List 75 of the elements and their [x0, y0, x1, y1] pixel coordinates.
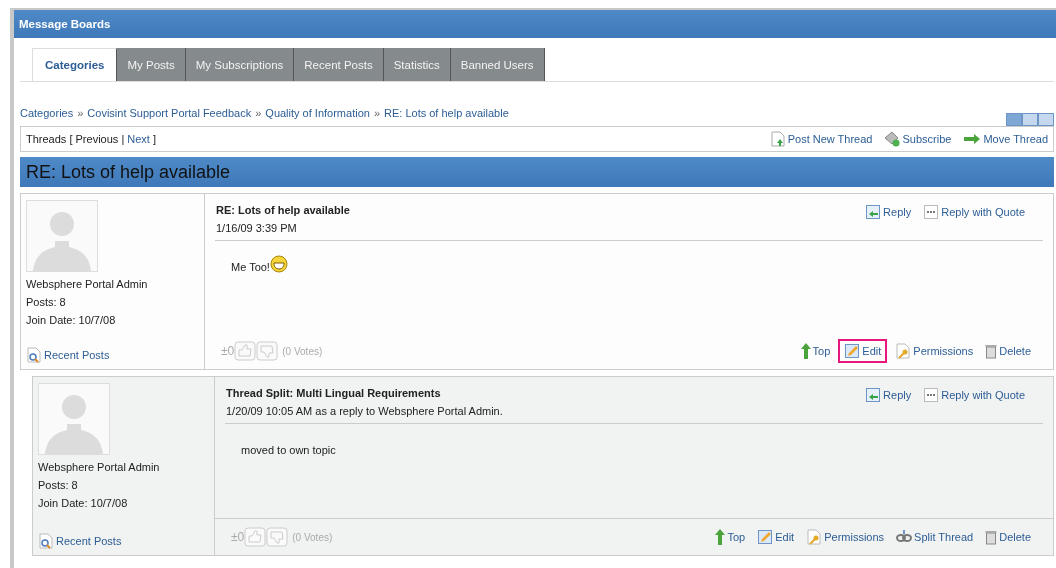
next-link[interactable]: Next: [127, 133, 150, 145]
bracket-label: ]: [153, 133, 157, 145]
reply-link[interactable]: Reply: [865, 387, 912, 403]
broken-link-icon: [896, 529, 913, 545]
pencil-page-icon: [844, 343, 861, 359]
vote-count: (0 Votes): [282, 345, 323, 357]
avatar-placeholder: [38, 383, 110, 455]
move-link[interactable]: Move Thread: [963, 133, 1048, 145]
trash-icon: [985, 343, 998, 359]
breadcrumb-link[interactable]: Quality of Information: [265, 107, 370, 119]
view-mode-button[interactable]: [1022, 112, 1038, 126]
quote-page-icon: [923, 204, 940, 220]
view-mode-button[interactable]: [1006, 112, 1022, 126]
pencil-page-icon: [757, 529, 774, 545]
recent-posts-link[interactable]: Recent Posts: [26, 347, 199, 363]
previous-label: Previous: [75, 133, 119, 145]
recent-posts-link[interactable]: Recent Posts: [38, 533, 209, 549]
reply-page-icon: [865, 387, 882, 403]
thumbs-down-icon[interactable]: [266, 527, 289, 547]
thumbs-up-icon[interactable]: [244, 527, 267, 547]
breadcrumb-separator: »: [255, 107, 262, 119]
join-date: Join Date: 10/7/08: [38, 497, 129, 509]
thread-title: RE: Lots of help available: [20, 157, 1054, 187]
thumbs-up-icon[interactable]: [234, 341, 257, 361]
nav-separator: |: [121, 133, 125, 145]
breadcrumb-separator: »: [77, 107, 84, 119]
avatar-placeholder: [26, 200, 98, 272]
magnifier-page-icon: [26, 347, 42, 363]
delete-link[interactable]: Delete: [985, 343, 1031, 359]
quote-page-icon: [923, 387, 940, 403]
post-count: Posts: 8: [38, 479, 79, 491]
portlet-title: Message Boards: [14, 10, 1056, 38]
magnifier-page-icon: [38, 533, 54, 549]
quote-link[interactable]: Reply with Quote: [923, 204, 1025, 220]
join-date: Join Date: 10/7/08: [26, 314, 117, 326]
thumbs-down-icon[interactable]: [256, 341, 279, 361]
permissions-link[interactable]: Permissions: [806, 529, 885, 545]
reply-page-icon: [865, 204, 882, 220]
breadcrumb-link[interactable]: RE: Lots of help available: [384, 107, 509, 119]
breadcrumb-link[interactable]: Categories: [20, 107, 74, 119]
post-body: Me Too!: [231, 261, 270, 273]
post-link[interactable]: Post New Thread: [769, 131, 873, 147]
post-count: Posts: 8: [26, 296, 67, 308]
new-page-icon: [769, 131, 786, 147]
edit-link[interactable]: Edit: [757, 529, 795, 545]
post-title: RE: Lots of help available: [216, 204, 350, 216]
arrow-up-icon: [715, 529, 726, 545]
key-page-icon: [895, 343, 912, 359]
top-link[interactable]: Top: [715, 529, 746, 545]
tab[interactable]: Categories: [32, 48, 118, 81]
post-date: 1/20/09 10:05 AM as a reply to Websphere Portal Admin.: [226, 405, 503, 417]
author-name: Websphere Portal Admin: [26, 278, 149, 290]
key-page-icon: [806, 529, 823, 545]
top-link[interactable]: Top: [800, 343, 831, 359]
edit-link[interactable]: Edit: [842, 343, 884, 359]
threads-label: Threads [: [26, 133, 73, 145]
vote-count: (0 Votes): [292, 531, 333, 543]
trash-icon: [985, 529, 998, 545]
post-date: 1/16/09 3:39 PM: [216, 222, 298, 234]
breadcrumb-link[interactable]: Covisint Support Portal Feedback: [87, 107, 252, 119]
view-mode-button[interactable]: [1038, 112, 1054, 126]
arrow-right-icon: [963, 134, 982, 144]
author-name: Websphere Portal Admin: [38, 461, 161, 473]
breadcrumb-separator: »: [373, 107, 380, 119]
arrow-up-icon: [800, 343, 811, 359]
vote-score: ±0: [231, 530, 245, 544]
split-link[interactable]: Split Thread: [896, 529, 974, 545]
post-title: Thread Split: Multi Lingual Requirements: [226, 387, 442, 399]
reply-link[interactable]: Reply: [865, 204, 912, 220]
delete-link[interactable]: Delete: [985, 529, 1031, 545]
quote-link[interactable]: Reply with Quote: [923, 387, 1025, 403]
vote-score: ±0: [221, 344, 235, 358]
subscribe-link[interactable]: Subscribe: [884, 131, 952, 147]
post-body: moved to own topic: [241, 444, 336, 456]
permissions-link[interactable]: Permissions: [895, 343, 974, 359]
